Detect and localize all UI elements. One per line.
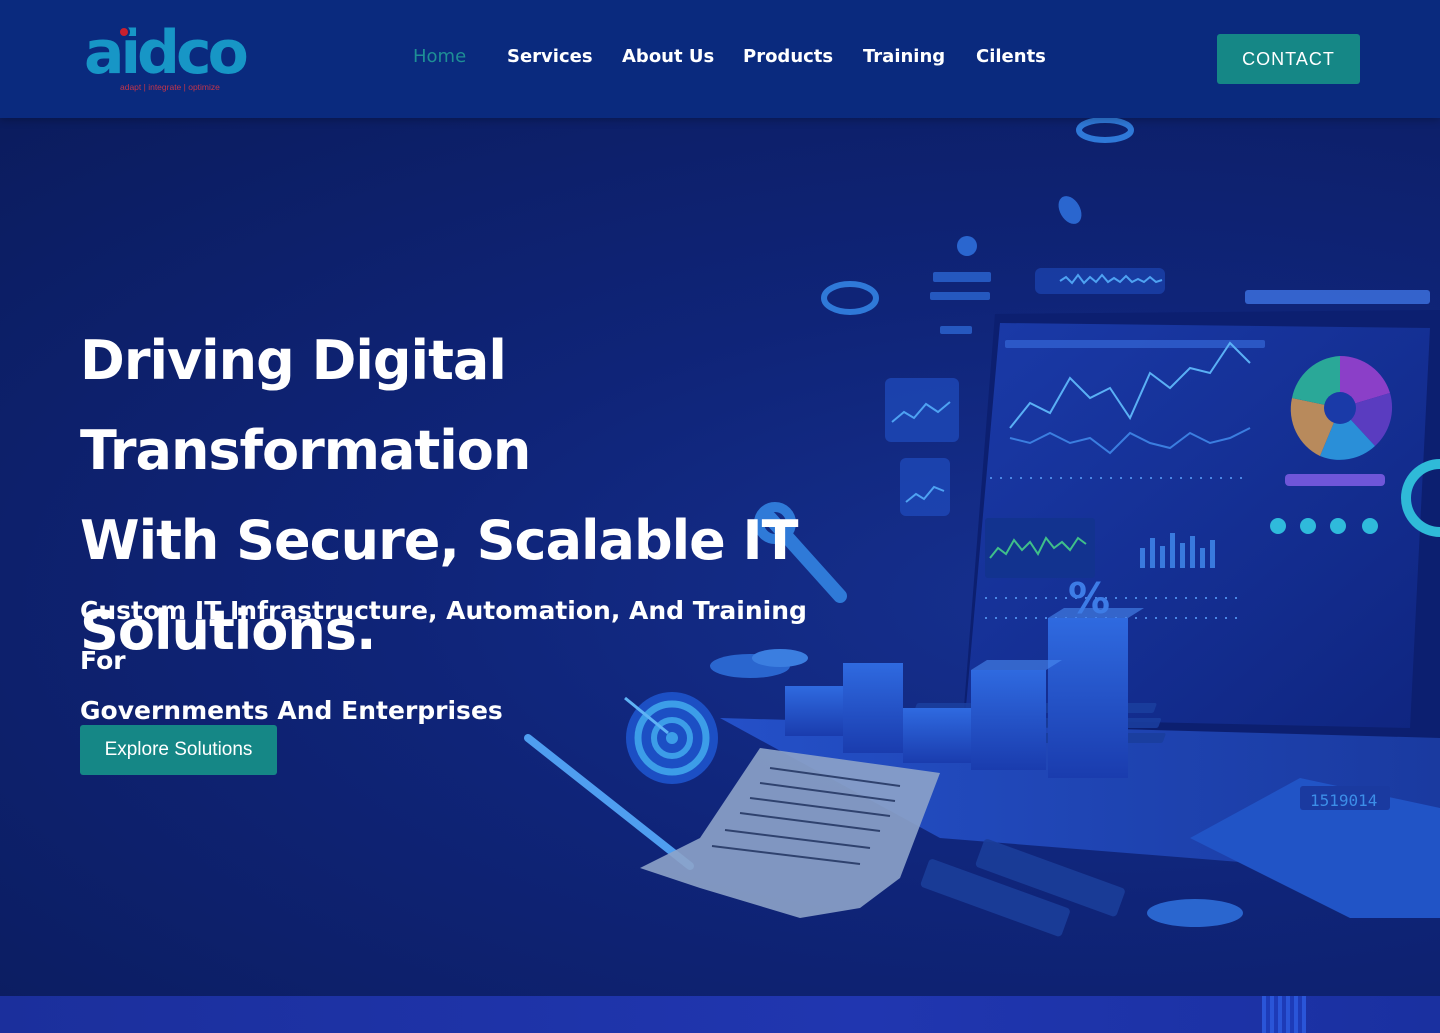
logo-tagline: adapt | integrate | optimize (120, 82, 220, 92)
nav-clients[interactable]: Cilents (976, 46, 1046, 67)
next-section-strip (0, 996, 1440, 1033)
hero-subtitle: Custom IT Infrastructure, Automation, An… (80, 586, 840, 736)
decorative-bar (1262, 996, 1306, 1033)
calculator-display: 1519014 (1310, 791, 1377, 810)
hero-section: % 1519014 Driving Digital Transformation… (0, 118, 1440, 996)
nav-home[interactable]: Home (413, 46, 466, 67)
hero-title-line: With Secure, Scalable IT (80, 509, 798, 572)
nav-training[interactable]: Training (863, 46, 945, 67)
coin-icon (1147, 899, 1243, 927)
coin-icon (957, 236, 977, 256)
svg-text:%: % (1068, 574, 1110, 623)
hero-title-line: Driving Digital Transformation (80, 329, 531, 482)
coin-icon (1058, 196, 1082, 224)
contact-button[interactable]: CONTACT (1217, 34, 1360, 84)
nav-about-us[interactable]: About Us (622, 46, 714, 67)
nav-products[interactable]: Products (743, 46, 833, 67)
hero-subtitle-line: Custom IT Infrastructure, Automation, An… (80, 596, 807, 675)
site-header: aidco adapt | integrate | optimize Home … (0, 0, 1440, 118)
nav-services[interactable]: Services (507, 46, 593, 67)
explore-solutions-button[interactable]: Explore Solutions (80, 725, 277, 775)
logo-dot-icon (118, 26, 130, 38)
